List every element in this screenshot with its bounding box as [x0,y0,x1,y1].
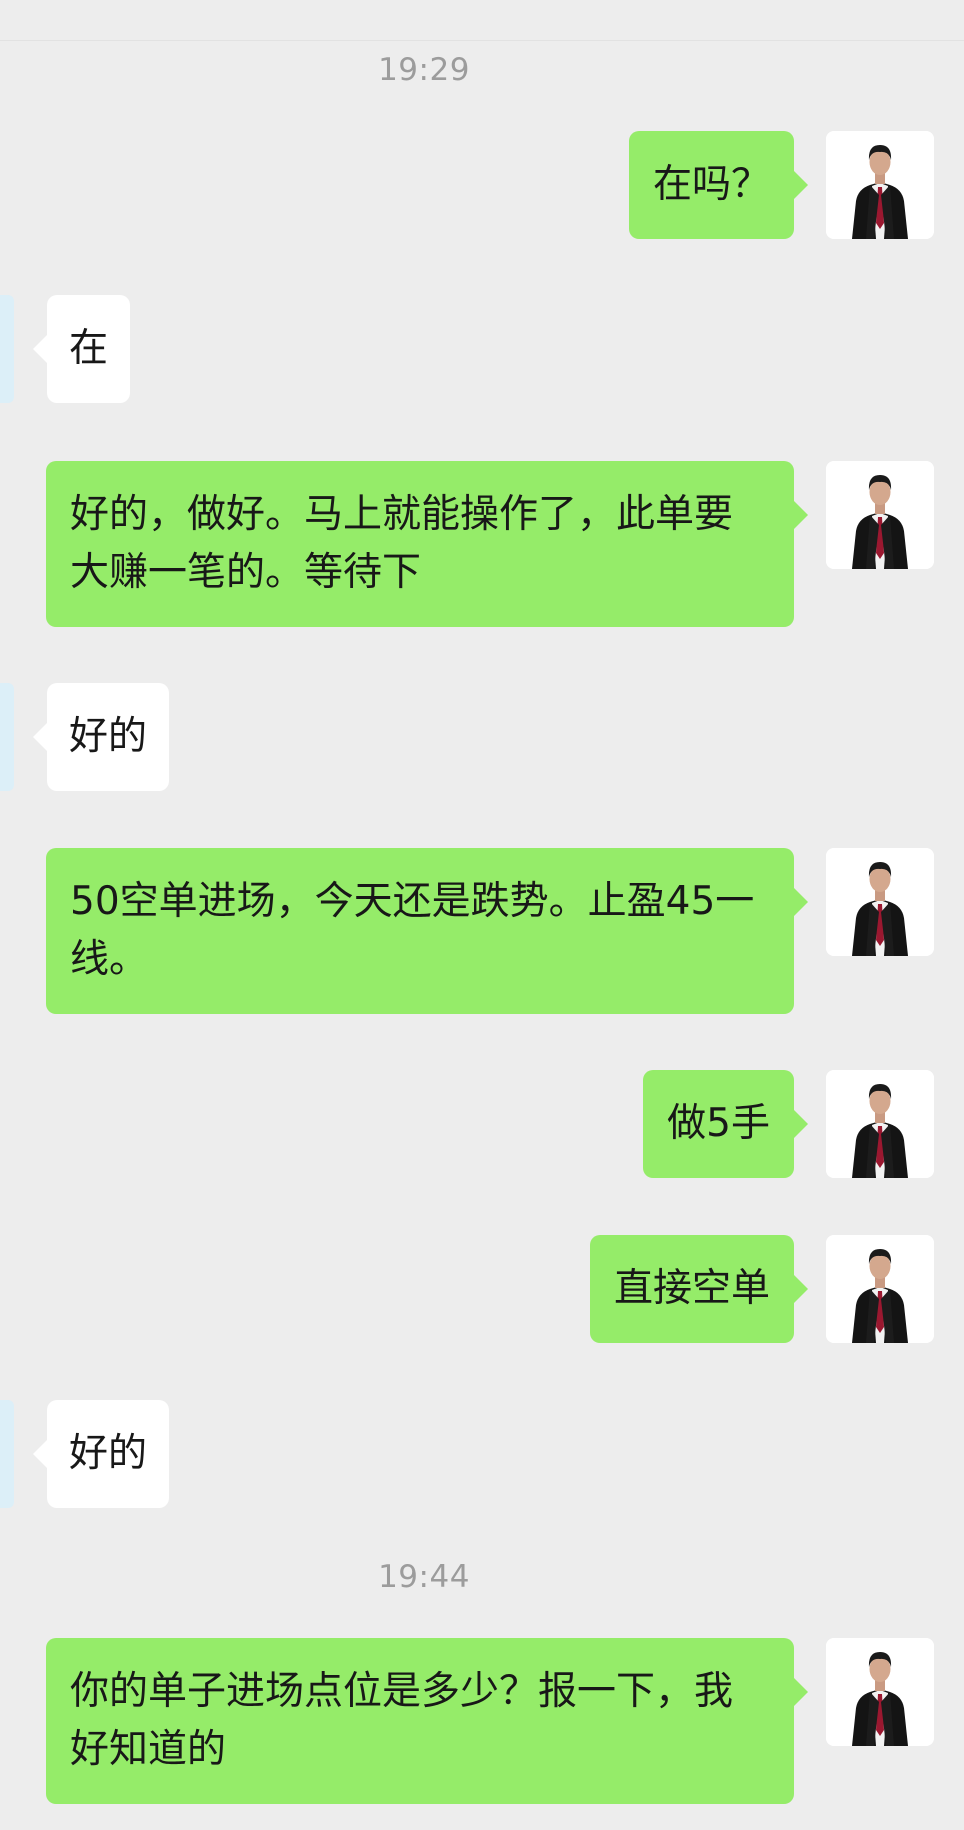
contact-avatar-edge[interactable] [0,683,14,791]
timestamp-1944: 19:44 [378,1559,470,1595]
message-bubble-outgoing[interactable]: 50空单进场，今天还是跌势。止盈45一线。 [46,848,808,1014]
message-bubble-outgoing[interactable]: 在吗？ [628,131,809,239]
avatar-icon[interactable] [826,1638,934,1746]
avatar-icon[interactable] [826,131,934,239]
timestamp-1929: 19:29 [378,52,470,88]
message-bubble-incoming[interactable]: 在 [32,295,131,403]
message-bubble-incoming[interactable]: 好的 [32,1400,170,1508]
contact-avatar-edge[interactable] [0,295,14,403]
message-bubble-outgoing[interactable]: 你的单子进场点位是多少？报一下，我好知道的 [46,1638,808,1804]
avatar-icon[interactable] [826,1235,934,1343]
avatar-icon[interactable] [826,848,934,956]
message-bubble-outgoing[interactable]: 直接空单 [589,1235,809,1343]
contact-avatar-edge[interactable] [0,1400,14,1508]
avatar-icon[interactable] [826,461,934,569]
top-divider [0,40,964,41]
message-bubble-incoming[interactable]: 好的 [32,683,170,791]
avatar-icon[interactable] [826,1070,934,1178]
message-bubble-outgoing[interactable]: 好的，做好。马上就能操作了，此单要大赚一笔的。等待下 [46,461,808,627]
message-bubble-outgoing[interactable]: 做5手 [643,1070,808,1178]
